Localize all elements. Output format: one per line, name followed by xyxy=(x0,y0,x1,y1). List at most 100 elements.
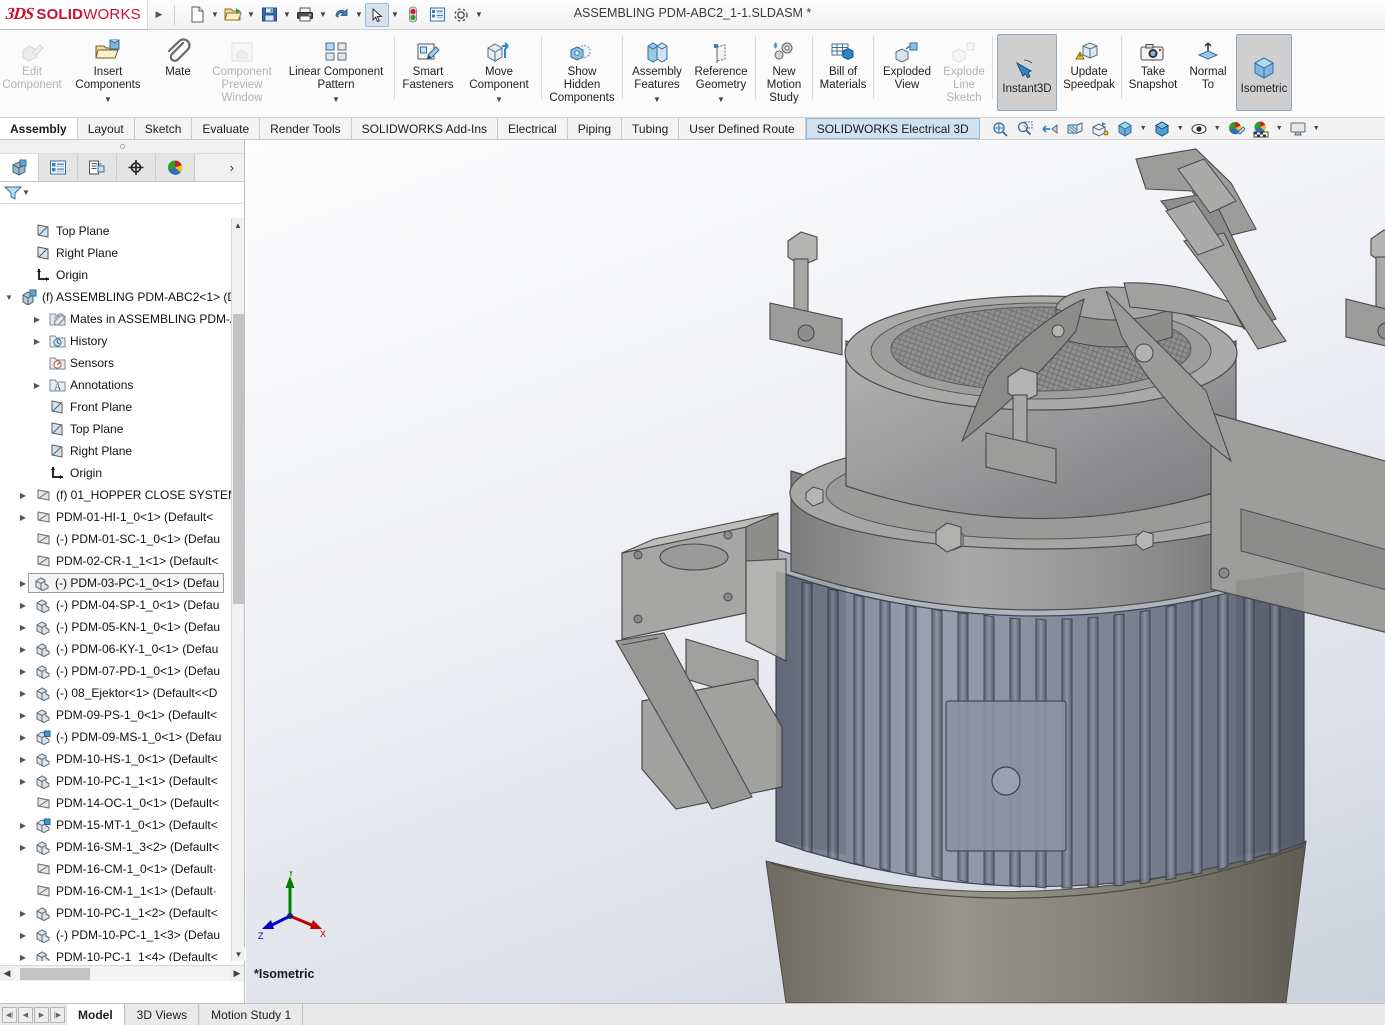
edit-appearance-icon[interactable] xyxy=(1224,118,1248,139)
tree-item-content[interactable]: PDM-02-CR-1_1<1> (Default< xyxy=(30,552,222,570)
graphics-viewport[interactable]: Y X Z *Isometric xyxy=(246,141,1385,1003)
tree-item-content[interactable]: (-) PDM-04-SP-1_0<1> (Defau xyxy=(30,596,223,614)
tab-evaluate[interactable]: Evaluate xyxy=(192,118,260,139)
tree-item[interactable]: Top Plane xyxy=(0,418,244,440)
tree-item[interactable]: ▶Mates in ASSEMBLING PDM-A xyxy=(0,308,244,330)
chevron-right-icon[interactable]: ▶ xyxy=(16,755,30,764)
assembly-features-dropdown-icon[interactable]: ▼ xyxy=(653,93,661,106)
tree-item-content[interactable]: (-) PDM-06-KY-1_0<1> (Defau xyxy=(30,640,222,658)
ribbon-instant3d[interactable]: Instant3D xyxy=(997,34,1057,111)
tree-item-content[interactable]: PDM-16-SM-1_3<2> (Default< xyxy=(30,838,223,856)
configuration-manager-tab[interactable] xyxy=(78,154,117,181)
tree-item-content[interactable]: PDM-01-HI-1_0<1> (Default< xyxy=(30,508,217,526)
tree-item[interactable]: ▶(-) PDM-03-PC-1_0<1> (Defau xyxy=(0,572,244,594)
chevron-right-icon[interactable]: ▶ xyxy=(30,315,44,324)
tree-item[interactable]: PDM-16-CM-1_1<1> (Default· xyxy=(0,880,244,902)
tab-render-tools[interactable]: Render Tools xyxy=(260,118,352,139)
tree-item-content[interactable]: History xyxy=(44,332,111,350)
view-orientation-icon[interactable] xyxy=(1088,118,1112,139)
ribbon-update-speedpak[interactable]: Update Speedpak xyxy=(1059,30,1119,117)
select-tool-button[interactable] xyxy=(365,3,389,27)
previous-tab-button[interactable]: ◀ xyxy=(18,1007,33,1023)
chevron-right-icon[interactable]: ▶ xyxy=(16,909,30,918)
reference-geometry-dropdown-icon[interactable]: ▼ xyxy=(717,93,725,106)
tree-item[interactable]: ▶(-) PDM-05-KN-1_0<1> (Defau xyxy=(0,616,244,638)
assembly-model-3d[interactable] xyxy=(246,141,1385,1003)
tree-item[interactable]: ▶PDM-10-PC-1_1<1> (Default< xyxy=(0,770,244,792)
tree-item-content[interactable]: Mates in ASSEMBLING PDM-A xyxy=(44,310,242,328)
open-document-button[interactable] xyxy=(221,3,245,27)
chevron-right-icon[interactable]: ▶ xyxy=(16,733,30,742)
rebuild-button[interactable] xyxy=(401,3,425,27)
file-properties-button[interactable] xyxy=(425,3,449,27)
tree-item-content[interactable]: AAnnotations xyxy=(44,376,137,394)
tab-sketch[interactable]: Sketch xyxy=(135,118,193,139)
tree-item-content[interactable]: (-) PDM-01-SC-1_0<1> (Defau xyxy=(30,530,224,548)
chevron-right-icon[interactable]: ▶ xyxy=(16,777,30,786)
linear-component-pattern-dropdown-icon[interactable]: ▼ xyxy=(332,93,340,106)
view-orientation-caret-icon[interactable]: ▼ xyxy=(1138,118,1149,139)
tree-item-content[interactable]: Origin xyxy=(30,266,92,284)
tree-item[interactable]: ▶PDM-10-HS-1_0<1> (Default< xyxy=(0,748,244,770)
feature-tree-horizontal-scrollbar[interactable]: ◀ ▶ xyxy=(0,965,244,981)
tree-item[interactable]: ▶PDM-10-PC-1_1<2> (Default< xyxy=(0,902,244,924)
feature-tree[interactable]: Top PlaneRight PlaneOrigin▼(f) ASSEMBLIN… xyxy=(0,218,244,961)
tree-item[interactable]: ▶(-) PDM-04-SP-1_0<1> (Defau xyxy=(0,594,244,616)
ribbon-insert-components[interactable]: Insert Components ▼ xyxy=(64,30,152,117)
menu-expand-arrow-icon[interactable]: ▶ xyxy=(148,0,170,30)
ribbon-move-component[interactable]: Move Component ▼ xyxy=(459,30,539,117)
chevron-right-icon[interactable]: ▶ xyxy=(16,821,30,830)
tab-assembly[interactable]: Assembly xyxy=(0,118,78,139)
chevron-right-icon[interactable]: ▶ xyxy=(16,667,30,676)
tree-item-content[interactable]: (f) 01_HOPPER CLOSE SYSTEM xyxy=(30,486,242,504)
ribbon-edit-component[interactable]: Edit Component xyxy=(0,30,64,117)
tree-item[interactable]: ▶PDM-10-PC-1_1<4> (Default< xyxy=(0,946,244,961)
zoom-to-area-icon[interactable] xyxy=(1013,118,1037,139)
view-orientation-cube-icon[interactable] xyxy=(1113,118,1137,139)
chevron-right-icon[interactable]: ▶ xyxy=(16,931,30,940)
tree-item[interactable]: Right Plane xyxy=(0,242,244,264)
tab-solidworks-add-ins[interactable]: SOLIDWORKS Add-Ins xyxy=(352,118,498,139)
chevron-right-icon[interactable]: ▶ xyxy=(30,381,44,390)
tree-item[interactable]: ▶(-) PDM-07-PD-1_0<1> (Defau xyxy=(0,660,244,682)
tree-item-content[interactable]: (-) PDM-09-MS-1_0<1> (Defau xyxy=(30,728,225,746)
tree-item[interactable]: ▶(-) PDM-10-PC-1_1<3> (Defau xyxy=(0,924,244,946)
tree-item[interactable]: (-) PDM-01-SC-1_0<1> (Defau xyxy=(0,528,244,550)
chevron-right-icon[interactable]: ▶ xyxy=(16,623,30,632)
ribbon-linear-component-pattern[interactable]: Linear Component Pattern ▼ xyxy=(280,30,392,117)
tree-item-content[interactable]: PDM-10-PC-1_1<1> (Default< xyxy=(30,772,222,790)
doc-tab-3d-views[interactable]: 3D Views xyxy=(125,1004,199,1025)
undo-caret-icon[interactable]: ▼ xyxy=(353,3,365,27)
tree-item[interactable]: ▶PDM-01-HI-1_0<1> (Default< xyxy=(0,506,244,528)
last-tab-button[interactable]: |▶ xyxy=(50,1007,65,1023)
ribbon-bill-of-materials[interactable]: Bill of Materials xyxy=(815,30,871,117)
tree-item[interactable]: Sensors xyxy=(0,352,244,374)
ribbon-normal-to[interactable]: Normal To xyxy=(1182,30,1234,117)
ribbon-exploded-view[interactable]: Exploded View xyxy=(876,30,938,117)
move-component-dropdown-icon[interactable]: ▼ xyxy=(495,93,503,106)
tab-user-defined-route[interactable]: User Defined Route xyxy=(679,118,805,139)
panel-tabs-expand-icon[interactable]: › xyxy=(195,154,244,181)
feature-tree-filter-bar[interactable]: ▼ xyxy=(0,182,244,204)
tree-item-content[interactable]: Top Plane xyxy=(30,222,113,240)
tree-item-content[interactable]: Origin xyxy=(44,464,106,482)
tree-item[interactable]: PDM-16-CM-1_0<1> (Default· xyxy=(0,858,244,880)
tree-item[interactable]: Right Plane xyxy=(0,440,244,462)
scroll-down-arrow-icon[interactable]: ▼ xyxy=(232,947,245,961)
new-document-caret-icon[interactable]: ▼ xyxy=(209,3,221,27)
hide-show-items-icon[interactable] xyxy=(1187,118,1211,139)
chevron-right-icon[interactable]: ▶ xyxy=(16,491,30,500)
ribbon-reference-geometry[interactable]: Reference Geometry ▼ xyxy=(689,30,753,117)
tree-item[interactable]: PDM-14-OC-1_0<1> (Default< xyxy=(0,792,244,814)
print-document-caret-icon[interactable]: ▼ xyxy=(317,3,329,27)
chevron-right-icon[interactable]: ▶ xyxy=(16,645,30,654)
tree-item-content[interactable]: (f) ASSEMBLING PDM-ABC2<1> (D xyxy=(16,288,240,306)
tree-item[interactable]: ▶PDM-15-MT-1_0<1> (Default< xyxy=(0,814,244,836)
tree-item-content[interactable]: (-) 08_Ejektor<1> (Default<<D xyxy=(30,684,221,702)
scroll-track[interactable] xyxy=(14,967,230,981)
apply-scene-icon[interactable] xyxy=(1249,118,1273,139)
chevron-right-icon[interactable]: ▶ xyxy=(16,843,30,852)
tree-item[interactable]: ▶PDM-16-SM-1_3<2> (Default< xyxy=(0,836,244,858)
filter-dropdown-icon[interactable]: ▼ xyxy=(22,188,30,197)
tree-item-content[interactable]: PDM-09-PS-1_0<1> (Default< xyxy=(30,706,221,724)
